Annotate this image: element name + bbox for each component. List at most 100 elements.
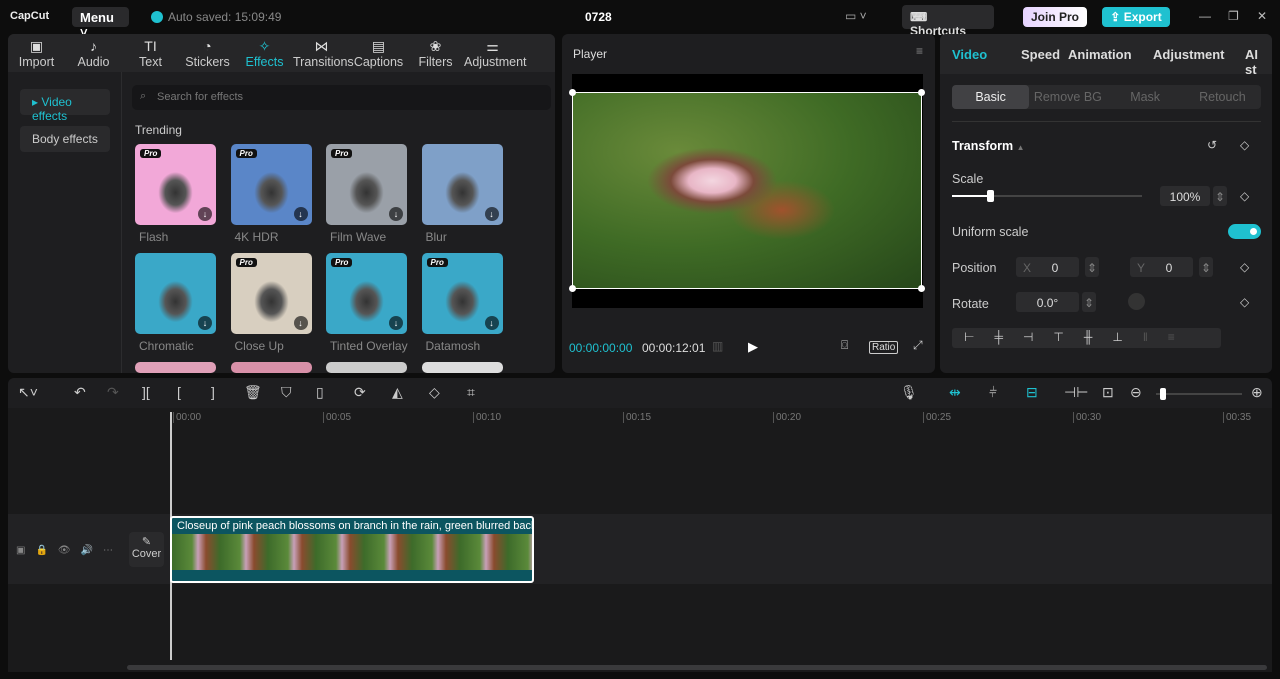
microphone-icon[interactable]: 🎙 [900, 384, 918, 401]
download-icon[interactable]: ↓ [389, 207, 403, 221]
menu-button[interactable]: Menu ˅ [72, 7, 129, 40]
close-icon[interactable]: ✕ [1257, 9, 1267, 23]
delete-icon[interactable]: 🗑 [244, 384, 262, 401]
effect-chromatic[interactable]: ↓ [135, 253, 216, 334]
tab-effects[interactable]: ✧ Effects [236, 34, 293, 72]
reverse-icon[interactable]: ⟳ [354, 384, 366, 401]
reset-icon[interactable]: ↺ [1207, 138, 1217, 152]
effect-thumb[interactable] [231, 362, 312, 373]
tab-video[interactable]: Video [952, 34, 987, 62]
fullscreen-icon[interactable]: ⤢ [913, 338, 923, 353]
download-icon[interactable]: ↓ [293, 207, 308, 221]
tab-stickers[interactable]: ◔ Stickers [179, 34, 236, 72]
link-icon[interactable]: ⊟ [1026, 384, 1038, 401]
join-pro-button[interactable]: Join Pro [1023, 7, 1087, 27]
position-x-input[interactable]: X0 [1016, 257, 1079, 277]
zoom-out-icon[interactable]: ⊖ [1130, 384, 1142, 401]
crop-icon[interactable]: ⌗ [467, 384, 475, 401]
shortcuts-button[interactable]: ⌨ Shortcuts [902, 5, 994, 38]
uniform-scale-toggle[interactable] [1228, 224, 1261, 239]
undo-icon[interactable]: ↶ [74, 384, 86, 401]
sidebar-item-body-effects[interactable]: Body effects [20, 126, 110, 152]
tab-ai-st[interactable]: AI st [1245, 34, 1272, 77]
effect-flash[interactable]: Pro ↓ [135, 144, 216, 225]
subtab-mask[interactable]: Mask [1107, 85, 1184, 109]
zoom-in-icon[interactable]: ⊕ [1251, 384, 1263, 401]
sidebar-item-video-effects[interactable]: ▸ Video effects [20, 89, 110, 123]
cover-button[interactable]: ✎ Cover [129, 532, 164, 567]
play-icon[interactable]: ▶ [748, 339, 758, 355]
preview-axis-icon[interactable]: ⊣⊢ [1064, 384, 1088, 401]
tab-filters[interactable]: ❀ Filters [407, 34, 464, 72]
resize-handle[interactable] [918, 89, 925, 96]
ratio-button[interactable]: Ratio [869, 341, 899, 354]
project-title[interactable]: 0728 [585, 10, 612, 24]
effect-datamosh[interactable]: Pro ↓ [421, 253, 503, 334]
video-preview[interactable] [569, 89, 925, 292]
effect-thumb[interactable] [422, 362, 503, 373]
tab-adjustment[interactable]: Adjustment [1153, 34, 1225, 62]
split-icon[interactable]: ][ [142, 384, 150, 400]
download-icon[interactable]: ↓ [198, 207, 212, 221]
fit-icon[interactable]: ⌼ [841, 338, 848, 353]
slider-knob[interactable] [1160, 388, 1166, 400]
redo-icon[interactable]: ↷ [107, 384, 119, 401]
mark-icon[interactable]: ⛉ [281, 384, 292, 401]
tab-audio[interactable]: ♪ Audio [65, 34, 122, 72]
rotate-icon[interactable]: ◇ [429, 384, 440, 401]
scale-slider[interactable] [952, 190, 1142, 202]
stepper-icon[interactable]: ⇕ [1199, 257, 1213, 277]
zoom-slider[interactable] [1156, 388, 1242, 400]
effect-close-up[interactable]: Pro ↓ [230, 253, 312, 334]
download-icon[interactable]: ↓ [389, 316, 403, 330]
grid-icon[interactable]: ▥ [712, 339, 723, 353]
keyframe-icon[interactable]: ◇ [1240, 138, 1249, 152]
resize-handle[interactable] [569, 89, 576, 96]
download-icon[interactable]: ↓ [484, 207, 499, 221]
layout-icon[interactable]: ▭ ˅ [845, 9, 867, 23]
subtab-remove-bg[interactable]: Remove BG [1029, 85, 1106, 109]
resize-handle[interactable] [918, 285, 925, 292]
scale-input[interactable]: 100% [1160, 186, 1210, 206]
player-menu-icon[interactable]: ≡ [916, 44, 923, 58]
subtab-basic[interactable]: Basic [952, 85, 1030, 109]
tab-import[interactable]: ▣ Import [8, 34, 65, 72]
video-clip[interactable]: Closeup of pink peach blossoms on branch… [170, 516, 534, 583]
restore-icon[interactable]: ❐ [1228, 9, 1239, 23]
freeze-icon[interactable]: ▯ [316, 384, 324, 401]
effect-4k-hdr[interactable]: Pro ↓ [230, 144, 312, 225]
effect-film-wave[interactable]: Pro ↓ [326, 144, 407, 225]
export-button[interactable]: ⇪ Export [1102, 7, 1170, 27]
transform-title[interactable]: Transform ▲ [952, 139, 1025, 153]
effect-thumb[interactable] [135, 362, 216, 373]
search-input[interactable]: ⌕ Search for effects [132, 85, 551, 110]
minimize-icon[interactable]: — [1199, 9, 1211, 23]
download-icon[interactable]: ↓ [198, 316, 212, 330]
tab-adjustment[interactable]: ⚌ Adjustment [464, 34, 527, 72]
tab-text[interactable]: TI Text [122, 34, 179, 72]
mirror-icon[interactable]: ◭ [392, 384, 403, 401]
horizontal-scrollbar[interactable] [127, 665, 1267, 670]
effect-blur[interactable]: ↓ [421, 144, 503, 225]
main-track-magnet-icon[interactable]: ⇹ [949, 384, 961, 401]
tab-animation[interactable]: Animation [1068, 34, 1132, 62]
auto-snap-icon[interactable]: ⫩ [989, 384, 997, 401]
resize-handle[interactable] [569, 285, 576, 292]
fit-timeline-icon[interactable]: ⊡ [1102, 384, 1114, 401]
split-right-icon[interactable]: ] [211, 384, 215, 400]
stepper-icon[interactable]: ⇕ [1213, 186, 1227, 206]
effect-thumb[interactable] [326, 362, 407, 373]
rotate-dial[interactable] [1128, 293, 1145, 310]
stepper-icon[interactable]: ⇕ [1085, 257, 1099, 277]
keyframe-icon[interactable]: ◇ [1240, 189, 1249, 203]
subtab-retouch[interactable]: Retouch [1184, 85, 1261, 109]
select-tool-icon[interactable]: ↖˅ [18, 384, 38, 401]
download-icon[interactable]: ↓ [293, 316, 308, 330]
slider-knob[interactable] [987, 190, 994, 202]
tab-captions[interactable]: ▤ Captions [350, 34, 407, 72]
track-controls[interactable]: ▣🔒👁🔊⋯ [16, 545, 123, 556]
download-icon[interactable]: ↓ [484, 316, 499, 330]
align-toolbar[interactable]: ⊢╪⊣⊤╫⊥‖≡ [952, 328, 1221, 348]
effect-tinted-overlay[interactable]: Pro ↓ [326, 253, 407, 334]
keyframe-icon[interactable]: ◇ [1240, 295, 1249, 309]
